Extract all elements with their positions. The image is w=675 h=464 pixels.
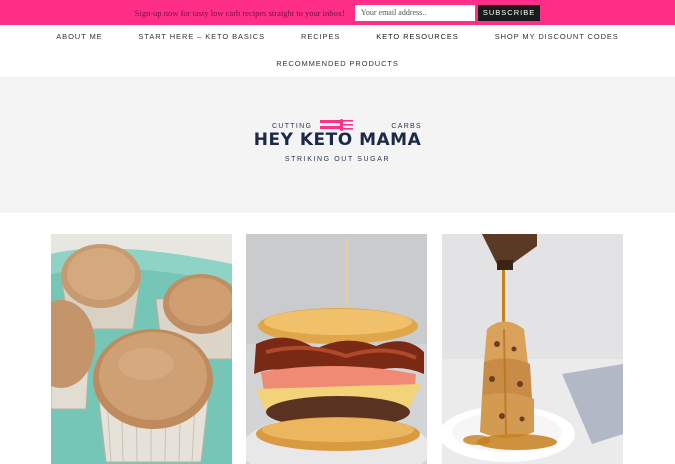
bacon-burger-photo bbox=[246, 234, 427, 464]
signup-promo-text: Sign-up now for tasty low carb recipes s… bbox=[134, 7, 345, 18]
logo-right-word: CARBS bbox=[391, 123, 422, 130]
nav-item-keto-resources[interactable]: KETO RESOURCES bbox=[376, 32, 458, 41]
site-logo[interactable]: CUTTING CARBS HEY KETO MAMA STRIKING OUT… bbox=[0, 118, 675, 170]
main-nav-row-2: RECOMMENDED PRODUCTS bbox=[0, 59, 675, 68]
post-card-syrup-muffins[interactable] bbox=[442, 234, 623, 464]
nav-item-recipes[interactable]: RECIPES bbox=[301, 32, 340, 41]
subscribe-button[interactable]: SUBSCRIBE bbox=[477, 4, 541, 21]
nav-item-start-here[interactable]: START HERE – KETO BASICS bbox=[139, 32, 266, 41]
cupcakes-photo bbox=[51, 234, 232, 464]
email-input[interactable] bbox=[354, 4, 475, 21]
post-card-cupcakes[interactable] bbox=[51, 234, 232, 464]
syrup-muffin-stack-photo bbox=[442, 234, 623, 464]
nav-item-discount-codes[interactable]: SHOP MY DISCOUNT CODES bbox=[495, 32, 619, 41]
post-card-bacon-burger[interactable] bbox=[246, 234, 427, 464]
logo-tagline: STRIKING OUT SUGAR bbox=[284, 156, 391, 163]
main-nav: ABOUT ME START HERE – KETO BASICS RECIPE… bbox=[0, 32, 675, 41]
signup-bar: Sign-up now for tasty low carb recipes s… bbox=[0, 0, 675, 25]
nav-item-recommended-products[interactable]: RECOMMENDED PRODUCTS bbox=[276, 59, 399, 68]
logo-left-word: CUTTING bbox=[272, 123, 313, 130]
nav-item-about-me[interactable]: ABOUT ME bbox=[56, 32, 102, 41]
logo-brand-name: HEY KETO MAMA bbox=[253, 130, 422, 150]
